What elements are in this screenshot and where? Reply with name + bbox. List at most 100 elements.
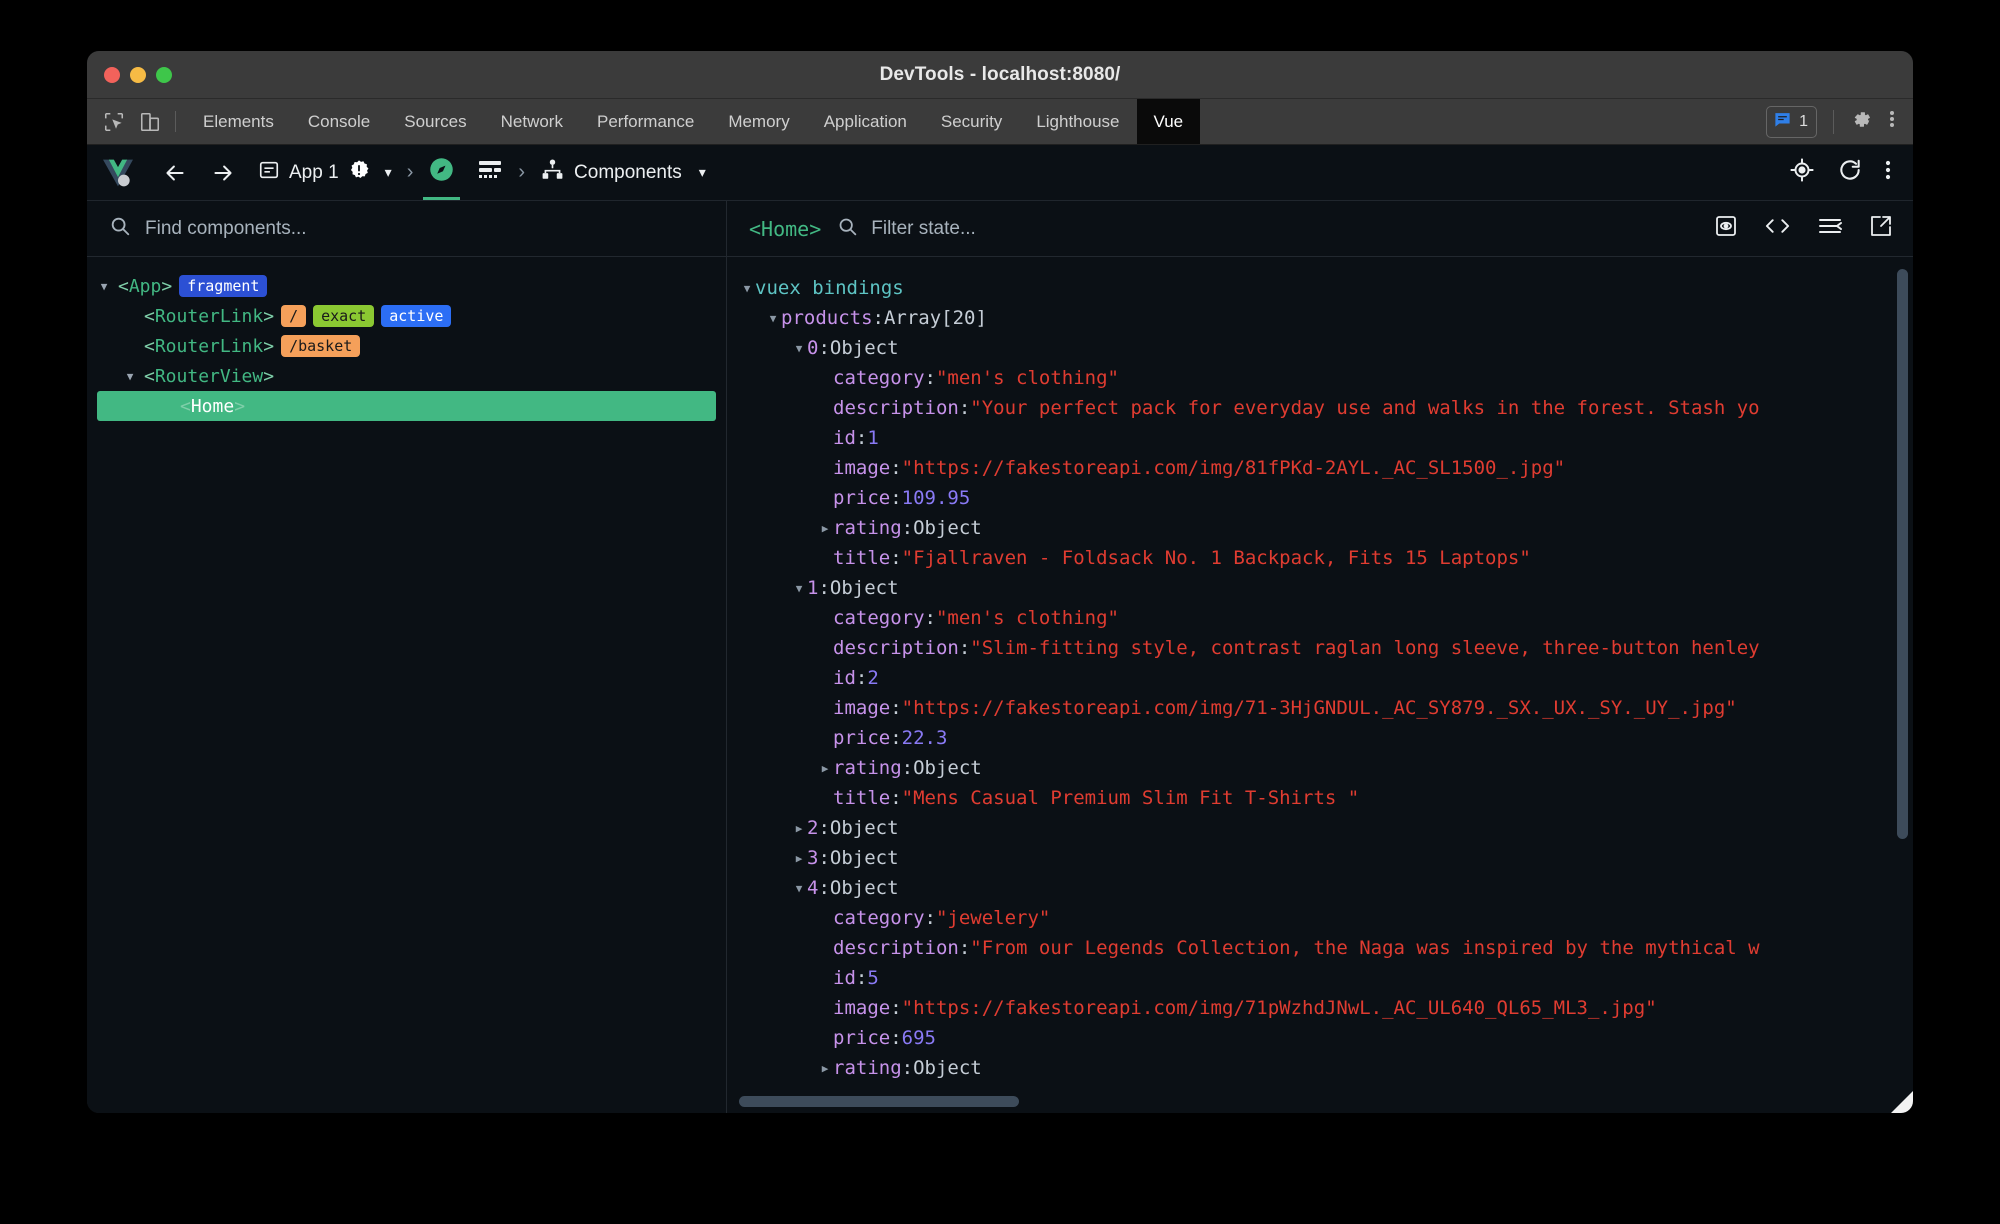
inspect-dom-icon[interactable] [1714, 214, 1738, 243]
kebab-menu-icon[interactable] [1885, 157, 1891, 188]
app-dropdown-caret-icon: ▾ [384, 164, 392, 180]
chevron-right-icon[interactable]: ▶ [817, 762, 833, 775]
refresh-icon[interactable] [1837, 157, 1863, 188]
state-tree-row[interactable]: ▶image: "https://fakestoreapi.com/img/71… [727, 993, 1913, 1023]
filter-state-search[interactable]: Filter state... [837, 216, 976, 242]
chevron-down-icon[interactable]: ▼ [123, 370, 137, 383]
component-tree-row[interactable]: ▼ <RouterView> [87, 361, 726, 391]
app-icon [258, 159, 280, 187]
tab-performance[interactable]: Performance [580, 99, 711, 144]
state-tree-row[interactable]: ▶description: "Your perfect pack for eve… [727, 393, 1913, 423]
tab-network[interactable]: Network [484, 99, 580, 144]
state-separator: : [818, 577, 830, 599]
app-selector[interactable]: App 1 ▾ [247, 145, 403, 200]
chevron-right-icon[interactable]: ▶ [791, 852, 807, 865]
kebab-menu-icon[interactable] [1889, 107, 1895, 136]
component-tree-row[interactable]: ▼ <App> fragment [87, 271, 726, 301]
chevron-down-icon[interactable]: ▼ [791, 582, 807, 595]
toolbar-separator-2: › [518, 161, 526, 183]
state-value: "Slim-fitting style, contrast raglan lon… [970, 637, 1760, 659]
component-name: <RouterView> [144, 365, 275, 387]
state-tree-row[interactable]: ▼ 4: Object [727, 873, 1913, 903]
state-tree-row[interactable]: ▶price: 109.95 [727, 483, 1913, 513]
state-tree-row[interactable]: ▼ vuex bindings [727, 273, 1913, 303]
state-value: "https://fakestoreapi.com/img/71-3HjGNDU… [901, 697, 1737, 719]
tab-vue[interactable]: Vue [1136, 99, 1201, 144]
chevron-right-icon[interactable]: ▶ [817, 1062, 833, 1075]
component-tree-row[interactable]: ▶<Home> [97, 391, 716, 421]
toolbar-divider-2 [1833, 109, 1834, 134]
open-in-editor-icon[interactable] [1764, 214, 1791, 243]
timeline-tab-button[interactable] [466, 145, 514, 200]
gear-icon[interactable] [1850, 108, 1873, 136]
tab-application[interactable]: Application [807, 99, 924, 144]
vertical-scrollbar-thumb[interactable] [1897, 269, 1908, 839]
back-button[interactable] [151, 145, 199, 200]
component-name: <App> [118, 275, 173, 297]
state-separator: : [872, 307, 884, 329]
forward-button[interactable] [199, 145, 247, 200]
state-tree-row[interactable]: ▼ 0: Object [727, 333, 1913, 363]
chevron-down-icon[interactable]: ▼ [791, 342, 807, 355]
state-tree-row[interactable]: ▶ 2: Object [727, 813, 1913, 843]
state-tree-row[interactable]: ▶category: "men's clothing" [727, 603, 1913, 633]
horizontal-scrollbar-thumb[interactable] [739, 1096, 1019, 1107]
chevron-right-icon[interactable]: ▶ [791, 822, 807, 835]
find-components-search[interactable]: Find components... [87, 201, 726, 257]
timeline-icon [477, 158, 503, 188]
chevron-down-icon[interactable]: ▼ [97, 280, 111, 293]
tab-security[interactable]: Security [924, 99, 1019, 144]
state-tree-row[interactable]: ▶ rating: Object [727, 1053, 1913, 1083]
state-tree-row[interactable]: ▶image: "https://fakestoreapi.com/img/81… [727, 453, 1913, 483]
collapse-all-icon[interactable] [1817, 214, 1843, 243]
tab-console[interactable]: Console [291, 99, 387, 144]
tab-elements[interactable]: Elements [186, 99, 291, 144]
state-key: 3 [807, 847, 819, 869]
state-tree-row[interactable]: ▶category: "jewelery" [727, 903, 1913, 933]
inspector-tab-button[interactable] [417, 145, 466, 200]
state-tree-row[interactable]: ▶description: "From our Legends Collecti… [727, 933, 1913, 963]
external-link-icon[interactable] [1869, 214, 1893, 243]
state-tree-row[interactable]: ▼ 1: Object [727, 573, 1913, 603]
state-tree-container[interactable]: ▼ vuex bindings ▼ products: Array[20] ▼ 0: Ob… [727, 257, 1913, 1113]
state-key: price [833, 727, 891, 749]
chevron-right-icon[interactable]: ▶ [817, 522, 833, 535]
chevron-down-icon[interactable]: ▼ [765, 312, 781, 325]
state-tree-row[interactable]: ▶ rating: Object [727, 753, 1913, 783]
inspect-element-icon[interactable] [103, 111, 125, 133]
device-toolbar-icon[interactable] [139, 111, 161, 133]
component-tree-row[interactable]: ▶<RouterLink>/basket [87, 331, 726, 361]
state-tree-row[interactable]: ▶id: 2 [727, 663, 1913, 693]
state-tree-row[interactable]: ▶image: "https://fakestoreapi.com/img/71… [727, 693, 1913, 723]
state-key: category [833, 907, 925, 929]
tab-sources[interactable]: Sources [387, 99, 483, 144]
component-tree-icon [540, 157, 565, 188]
tab-lighthouse[interactable]: Lighthouse [1019, 99, 1136, 144]
target-icon[interactable] [1789, 157, 1815, 188]
state-key: category [833, 607, 925, 629]
panel-selector[interactable]: Components ▾ [529, 145, 717, 200]
state-key: description [833, 397, 959, 419]
state-tree-row[interactable]: ▶description: "Slim-fitting style, contr… [727, 633, 1913, 663]
state-key: rating [833, 1057, 902, 1079]
state-tree-row[interactable]: ▶price: 22.3 [727, 723, 1913, 753]
state-tree-row[interactable]: ▶title: "Mens Casual Premium Slim Fit T-… [727, 783, 1913, 813]
component-badge-fragment: fragment [179, 274, 268, 298]
state-tree-row[interactable]: ▼ products: Array[20] [727, 303, 1913, 333]
state-tree-row[interactable]: ▶id: 1 [727, 423, 1913, 453]
tab-memory[interactable]: Memory [711, 99, 806, 144]
state-tree-row[interactable]: ▶id: 5 [727, 963, 1913, 993]
component-badge-route: /basket [281, 334, 361, 358]
state-tree-row[interactable]: ▶category: "men's clothing" [727, 363, 1913, 393]
component-tree-row[interactable]: ▶<RouterLink>/exactactive [87, 301, 726, 331]
component-name: <Home> [180, 395, 246, 417]
state-separator: : [924, 367, 936, 389]
state-tree-row[interactable]: ▶ rating: Object [727, 513, 1913, 543]
message-count: 1 [1799, 112, 1808, 130]
state-tree-row[interactable]: ▶price: 695 [727, 1023, 1913, 1053]
state-tree-row[interactable]: ▶ 3: Object [727, 843, 1913, 873]
chevron-down-icon[interactable]: ▼ [739, 282, 755, 295]
chevron-down-icon[interactable]: ▼ [791, 882, 807, 895]
state-tree-row[interactable]: ▶title: "Fjallraven - Foldsack No. 1 Bac… [727, 543, 1913, 573]
message-count-badge[interactable]: 1 [1766, 105, 1817, 138]
